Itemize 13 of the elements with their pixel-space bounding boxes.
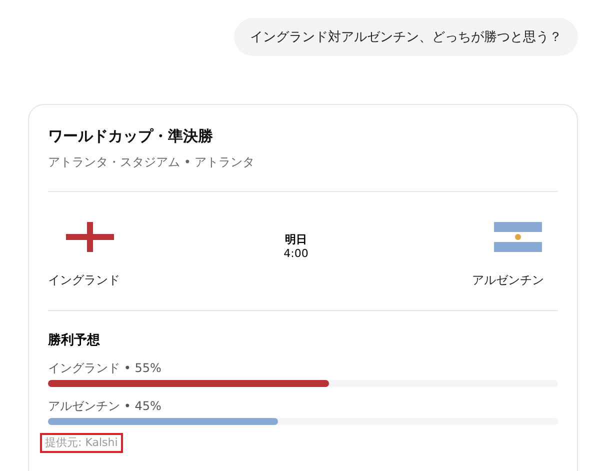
user-message: イングランド対アルゼンチン、どっちが勝つと思う？	[234, 18, 578, 56]
match-time: 4:00	[284, 247, 308, 260]
match-venue: アトランタ・スタジアム • アトランタ	[48, 154, 256, 171]
team-name: イングランド	[48, 272, 120, 289]
england-flag-icon	[66, 222, 114, 252]
argentina-flag-icon	[494, 222, 542, 252]
prediction-title: 勝利予想	[48, 332, 101, 349]
prediction-label: アルゼンチン • 45%	[48, 399, 162, 414]
prediction-label: イングランド • 55%	[48, 361, 162, 376]
source-note: 提供元: Kalshi	[40, 433, 123, 453]
match-title: ワールドカップ・準決勝	[48, 127, 214, 146]
team-name: アルゼンチン	[472, 272, 544, 289]
match-day: 明日	[284, 232, 307, 247]
